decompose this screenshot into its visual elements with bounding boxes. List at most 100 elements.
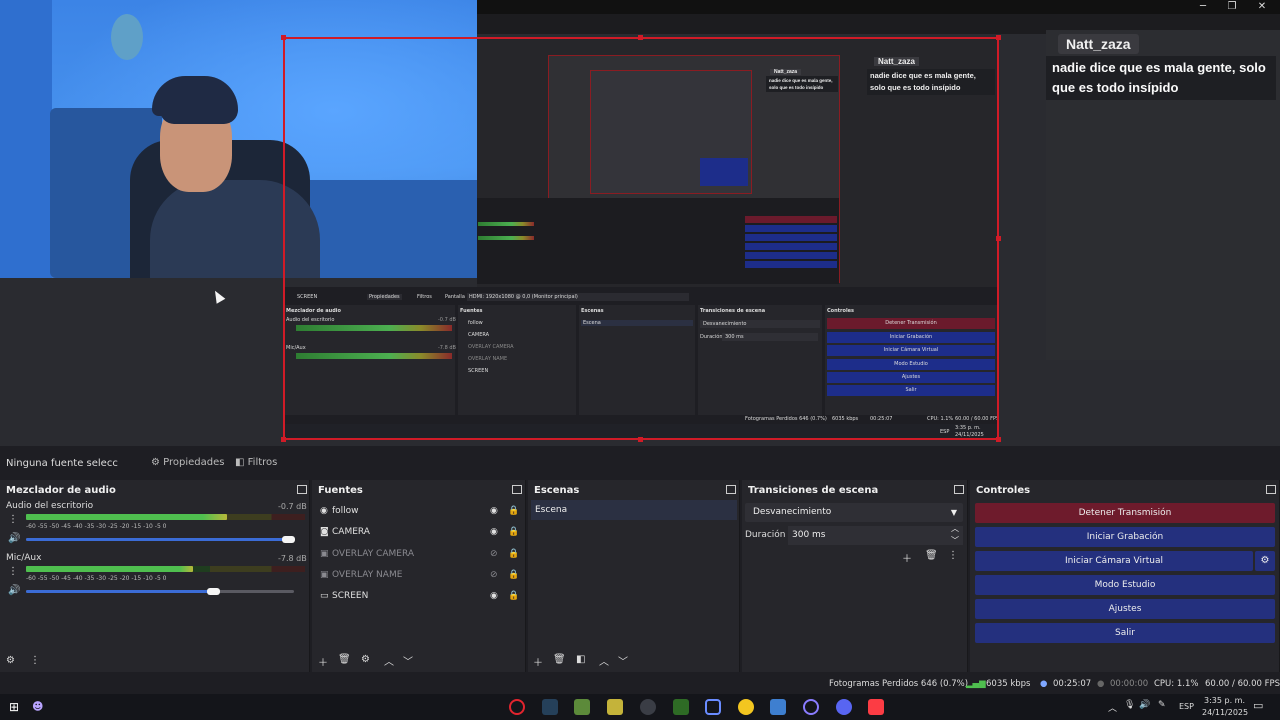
source-item[interactable]: ▣ OVERLAY CAMERA ⊘ 🔒 — [318, 545, 524, 563]
undock-icon[interactable] — [297, 485, 307, 494]
source-item[interactable]: ▭ SCREEN ◉ 🔒 — [318, 587, 524, 605]
start-virtual-cam-button[interactable]: Iniciar Cámara Virtual — [975, 551, 1253, 571]
app-icon[interactable]: ☻ — [32, 700, 43, 713]
lock-icon[interactable]: 🔒 — [508, 523, 519, 541]
start-recording-button[interactable]: Iniciar Grabación — [975, 527, 1275, 547]
scenes-title: Escenas — [534, 485, 580, 496]
app-icon[interactable] — [770, 699, 786, 715]
move-up-icon[interactable]: ︿ — [599, 653, 609, 668]
app-icon[interactable] — [542, 699, 558, 715]
move-down-icon[interactable]: ﹀ — [403, 653, 413, 668]
app-icon[interactable] — [803, 699, 819, 715]
eye-icon[interactable]: ◉ — [490, 502, 498, 520]
resize-handle[interactable] — [996, 35, 1001, 40]
mic-volume-knob[interactable] — [207, 588, 220, 595]
lock-icon[interactable]: 🔒 — [508, 566, 519, 584]
virtual-cam-settings-gear-icon[interactable]: ⚙ — [1255, 551, 1275, 571]
stop-stream-button[interactable]: Detener Transmisión — [975, 503, 1275, 523]
window-titlebar: ─ ❐ ✕ — [477, 0, 1280, 14]
eye-icon[interactable]: ◉ — [490, 587, 498, 605]
source-type-icon: ▭ — [320, 591, 329, 602]
mic-label: Mic/Aux — [6, 553, 42, 563]
resize-handle[interactable] — [638, 437, 643, 442]
discord-icon[interactable] — [836, 699, 852, 715]
resize-handle[interactable] — [638, 35, 643, 40]
duration-label: Duración — [745, 530, 786, 540]
menu-dots-icon[interactable]: ⋮ — [8, 514, 18, 525]
mic-icon[interactable]: 🎙 — [1124, 700, 1135, 710]
menu-dots-icon[interactable]: ⋮ — [8, 566, 18, 577]
source-item[interactable]: ▣ OVERLAY NAME ⊘ 🔒 — [318, 566, 524, 584]
settings-button[interactable]: Ajustes — [975, 599, 1275, 619]
source-item[interactable]: ◙ CAMERA ◉ 🔒 — [318, 523, 524, 541]
transition-select[interactable]: Desvanecimiento ▼ — [745, 503, 963, 522]
speaker-icon[interactable]: 🔊 — [8, 585, 20, 596]
resize-handle[interactable] — [996, 437, 1001, 442]
source-item[interactable]: ◉ follow ◉ 🔒 — [318, 502, 524, 520]
resize-handle[interactable] — [281, 437, 286, 442]
nvidia-icon[interactable] — [673, 699, 689, 715]
tray-chevron-icon[interactable]: ︿ — [1108, 701, 1117, 714]
trash-icon[interactable]: 🗑 — [925, 550, 938, 561]
stepper-icon[interactable]: ︿ ﹀ — [951, 523, 959, 547]
trash-icon[interactable]: 🗑 — [338, 654, 351, 665]
selected-source-bounds[interactable] — [283, 37, 999, 440]
add-icon[interactable]: ＋ — [533, 654, 543, 669]
music-icon[interactable] — [868, 699, 884, 715]
undock-icon[interactable] — [512, 485, 522, 494]
menu-dots-icon[interactable]: ⋮ — [948, 550, 958, 561]
opera-icon[interactable] — [509, 699, 525, 715]
mic-volume-fill — [26, 590, 214, 593]
undock-icon[interactable] — [954, 485, 964, 494]
resize-handle[interactable] — [281, 35, 286, 40]
minimize-icon[interactable]: ─ — [1193, 1, 1213, 12]
obs-icon[interactable] — [640, 699, 656, 715]
scene-item[interactable]: Escena — [531, 500, 737, 520]
volume-icon[interactable]: 🔊 — [1139, 700, 1150, 710]
move-down-icon[interactable]: ﹀ — [618, 653, 628, 668]
app-icon[interactable] — [705, 699, 721, 715]
clock-date[interactable]: 24/11/2025 — [1202, 708, 1248, 717]
close-icon[interactable]: ✕ — [1252, 1, 1272, 12]
minecraft-icon[interactable] — [574, 699, 590, 715]
notification-icon[interactable]: ▭ — [1253, 699, 1263, 712]
filter-icon[interactable]: ◧ — [576, 654, 585, 665]
resize-handle[interactable] — [996, 236, 1001, 241]
desktop-volume-knob[interactable] — [282, 536, 295, 543]
properties-button[interactable]: ⚙ Propiedades — [151, 457, 224, 468]
move-up-icon[interactable]: ︿ — [384, 653, 394, 668]
restore-icon[interactable]: ❐ — [1222, 1, 1242, 12]
menu-dots-icon[interactable]: ⋮ — [30, 655, 40, 666]
undock-icon[interactable] — [1266, 485, 1276, 494]
duration-field[interactable]: 300 ms ︿ ﹀ — [788, 523, 963, 547]
add-icon[interactable]: ＋ — [318, 654, 328, 669]
windows-start-icon[interactable]: ⊞ — [9, 700, 19, 714]
record-time: 00:00:00 — [1110, 679, 1149, 689]
duck-icon[interactable] — [738, 699, 754, 715]
clock-time[interactable]: 3:35 p. m. — [1204, 696, 1245, 705]
source-type-icon: ◉ — [320, 506, 328, 516]
lock-icon[interactable]: 🔒 — [508, 502, 519, 520]
language-indicator[interactable]: ESP — [1179, 702, 1194, 711]
eye-icon[interactable]: ◉ — [490, 523, 498, 541]
chevron-down-icon: ▼ — [950, 508, 957, 517]
undock-icon[interactable] — [726, 485, 736, 494]
desktop-audio-meter — [26, 514, 227, 520]
lock-icon[interactable]: 🔒 — [508, 545, 519, 563]
filters-button[interactable]: ◧ Filtros — [235, 457, 277, 468]
controls-title: Controles — [976, 485, 1031, 496]
add-icon[interactable]: ＋ — [902, 550, 912, 565]
fps: 60.00 / 60.00 FPS — [1205, 679, 1280, 689]
gear-icon[interactable]: ⚙ — [361, 654, 370, 665]
lock-icon[interactable]: 🔒 — [508, 587, 519, 605]
advanced-audio-icon[interactable]: ⚙ — [6, 655, 15, 666]
trash-icon[interactable]: 🗑 — [553, 654, 566, 665]
studio-mode-button[interactable]: Modo Estudio — [975, 575, 1275, 595]
app-icon[interactable] — [607, 699, 623, 715]
eye-hidden-icon[interactable]: ⊘ — [490, 566, 498, 584]
pen-icon[interactable]: ✎ — [1158, 700, 1166, 710]
eye-hidden-icon[interactable]: ⊘ — [490, 545, 498, 563]
exit-button[interactable]: Salir — [975, 623, 1275, 643]
speaker-icon[interactable]: 🔊 — [8, 533, 20, 544]
stream-time-icon: ● — [1040, 679, 1048, 689]
